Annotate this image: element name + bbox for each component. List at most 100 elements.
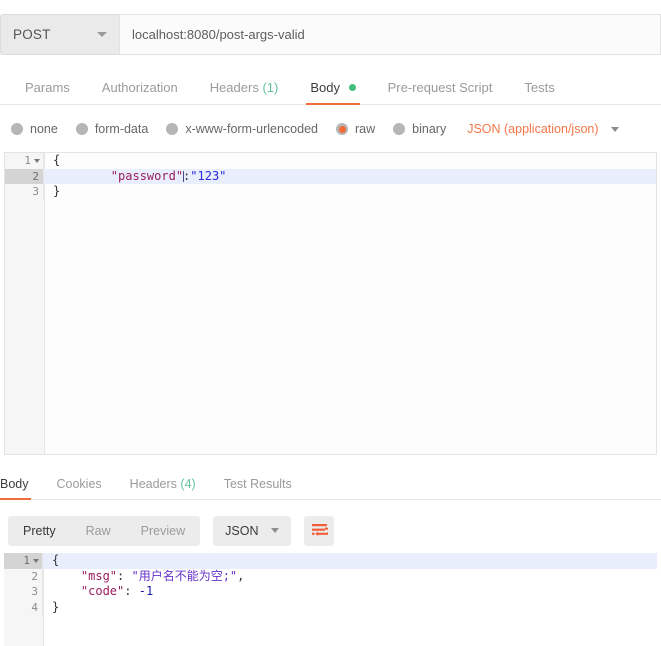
- code-text: "msg": "用户名不能为空;",: [43, 569, 657, 585]
- body-modified-dot-icon: [348, 84, 356, 92]
- url-input[interactable]: localhost:8080/post-args-valid: [119, 14, 661, 55]
- json-value: -1: [138, 584, 154, 598]
- code-text: }: [53, 184, 61, 198]
- tab-body[interactable]: Body: [294, 80, 371, 105]
- line-number[interactable]: 2: [4, 568, 43, 584]
- tab-authorization-label: Authorization: [101, 80, 178, 95]
- code-line: 2 "msg": "用户名不能为空;",: [4, 568, 657, 585]
- response-tab-test-results-label: Test Results: [223, 477, 292, 491]
- response-tab-headers[interactable]: Headers (4): [116, 477, 210, 499]
- code-line: 3 }: [5, 184, 656, 200]
- tab-body-label: Body: [310, 80, 340, 95]
- body-type-binary[interactable]: binary: [393, 122, 446, 136]
- tab-tests-label: Tests: [524, 80, 555, 95]
- line-number[interactable]: 2: [5, 168, 44, 184]
- line-number[interactable]: 3: [5, 184, 44, 200]
- tab-headers-count: (1): [262, 80, 279, 95]
- radio-icon: [75, 123, 88, 135]
- line-number-value: 3: [31, 585, 38, 598]
- view-mode-pretty-label: Pretty: [23, 523, 56, 538]
- response-tab-cookies[interactable]: Cookies: [43, 477, 116, 499]
- body-type-none-label: none: [30, 122, 58, 136]
- body-type-row: none form-data x-www-form-urlencoded raw…: [0, 112, 661, 146]
- request-body-editor[interactable]: 1 { 2 "password":"123" 3 }: [4, 152, 657, 455]
- body-type-urlencoded[interactable]: x-www-form-urlencoded: [166, 122, 318, 136]
- response-editor-lines: 1 { 2 "msg": "用户名不能为空;", 3 "code": -1 4 …: [4, 553, 657, 615]
- json-comma: ,: [237, 568, 245, 583]
- line-number[interactable]: 3: [4, 584, 43, 600]
- code-text: {: [53, 153, 61, 167]
- fold-arrow-icon[interactable]: [34, 159, 40, 163]
- json-colon: :: [117, 568, 132, 583]
- body-type-raw-label: raw: [355, 122, 376, 136]
- tab-pre-request-script-label: Pre-request Script: [387, 80, 493, 95]
- view-mode-raw[interactable]: Raw: [71, 516, 126, 546]
- line-number[interactable]: 1: [4, 553, 43, 569]
- line-number[interactable]: 4: [4, 599, 43, 615]
- line-number-value: 2: [31, 569, 38, 583]
- response-format-label: JSON: [225, 523, 259, 538]
- response-tab-cookies-label: Cookies: [56, 477, 102, 491]
- response-body-editor[interactable]: 1 { 2 "msg": "用户名不能为空;", 3 "code": -1 4 …: [4, 553, 657, 646]
- view-mode-preview-label: Preview: [140, 523, 186, 538]
- line-number-value: 1: [24, 154, 31, 167]
- word-wrap-button[interactable]: [304, 515, 335, 546]
- url-bar: POST localhost:8080/post-args-valid: [0, 14, 661, 55]
- json-colon: :: [124, 584, 139, 598]
- chevron-down-icon: [271, 528, 280, 533]
- radio-selected-icon: [336, 123, 348, 135]
- line-number-value: 4: [31, 600, 38, 614]
- body-type-binary-label: binary: [412, 122, 447, 136]
- line-number-value: 1: [23, 554, 30, 567]
- body-type-form-data-label: form-data: [94, 122, 149, 136]
- tab-headers[interactable]: Headers (1): [194, 80, 295, 104]
- tab-tests[interactable]: Tests: [508, 80, 570, 104]
- content-type-label: JSON (application/json): [467, 122, 599, 136]
- tab-params[interactable]: Params: [9, 80, 86, 104]
- json-value: "用户名不能为空;": [131, 568, 238, 583]
- content-type-select[interactable]: JSON (application/json): [467, 122, 619, 136]
- response-view-mode-group: Pretty Raw Preview: [8, 515, 201, 546]
- radio-icon: [166, 123, 179, 135]
- body-type-none[interactable]: none: [11, 122, 58, 136]
- request-tabs: Params Authorization Headers (1) Body Pr…: [0, 72, 661, 105]
- body-type-form-data[interactable]: form-data: [75, 122, 149, 136]
- line-number-value: 2: [32, 169, 39, 183]
- view-mode-preview[interactable]: Preview: [126, 516, 200, 546]
- json-value: "123": [190, 168, 227, 183]
- code-line: 4 }: [4, 599, 657, 615]
- word-wrap-icon: [311, 524, 328, 536]
- tab-authorization[interactable]: Authorization: [86, 80, 194, 104]
- response-tab-body[interactable]: Body: [0, 477, 43, 500]
- tab-pre-request-script[interactable]: Pre-request Script: [372, 80, 509, 104]
- line-number-value: 3: [32, 185, 39, 198]
- response-tab-headers-count: (4): [180, 477, 196, 491]
- code-line: 3 "code": -1: [4, 584, 657, 600]
- chevron-down-icon: [610, 126, 619, 132]
- line-number[interactable]: 1: [5, 153, 44, 169]
- response-tab-headers-label: Headers: [129, 477, 177, 491]
- json-key: "password": [110, 168, 184, 183]
- chevron-down-icon: [97, 32, 107, 37]
- response-toolbar: Pretty Raw Preview JSON: [8, 515, 335, 546]
- response-format-select[interactable]: JSON: [213, 515, 292, 546]
- response-tab-body-label: Body: [0, 477, 29, 491]
- view-mode-raw-label: Raw: [85, 523, 111, 538]
- http-method-label: POST: [13, 27, 51, 42]
- fold-arrow-icon[interactable]: [33, 559, 39, 563]
- url-value: localhost:8080/post-args-valid: [132, 27, 305, 42]
- response-tab-test-results[interactable]: Test Results: [210, 477, 306, 499]
- json-key: "code": [80, 584, 125, 598]
- body-type-raw[interactable]: raw: [336, 122, 375, 136]
- body-type-urlencoded-label: x-www-form-urlencoded: [185, 122, 318, 136]
- code-text: }: [52, 599, 60, 614]
- http-method-select[interactable]: POST: [0, 14, 119, 55]
- code-line: 1 {: [4, 553, 657, 569]
- code-text: "password":"123": [44, 169, 656, 185]
- tab-params-label: Params: [25, 80, 70, 95]
- code-line: 1 {: [5, 153, 656, 169]
- code-text: "code": -1: [43, 584, 657, 600]
- view-mode-pretty[interactable]: Pretty: [8, 516, 71, 546]
- response-tabs: Body Cookies Headers (4) Test Results: [0, 470, 661, 500]
- code-line: 2 "password":"123": [5, 168, 656, 185]
